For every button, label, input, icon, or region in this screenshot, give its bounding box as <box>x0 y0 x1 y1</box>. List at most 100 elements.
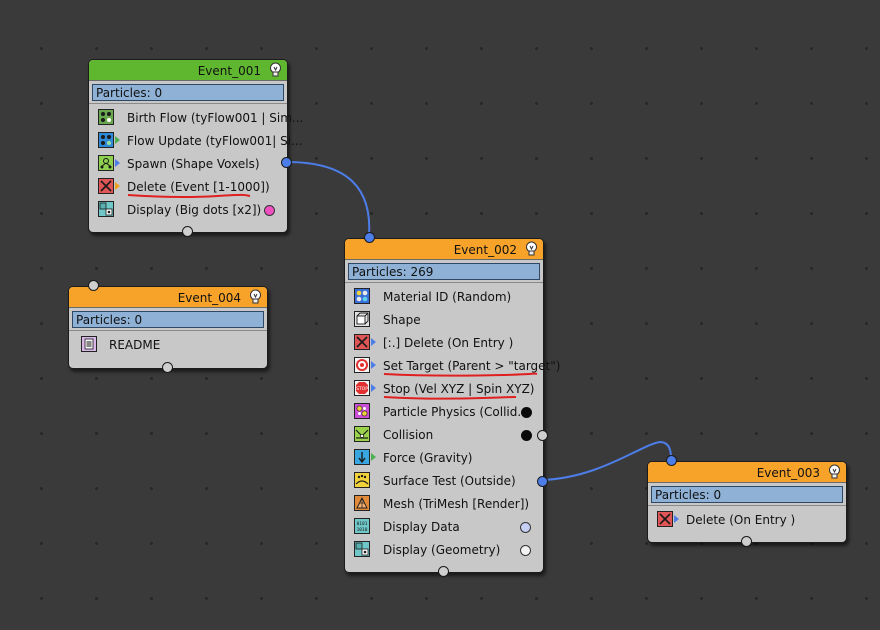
collision-output-port[interactable] <box>537 430 548 441</box>
operator-display-geometry[interactable]: Display (Geometry) <box>345 539 543 562</box>
event-node-002[interactable]: Event_002 Particles: 269 Material ID (Ra… <box>344 232 560 577</box>
operator-readme[interactable]: README <box>69 334 267 357</box>
delete-icon <box>657 511 673 527</box>
input-port[interactable] <box>88 280 99 291</box>
event-header[interactable]: Event_001 <box>89 60 287 81</box>
display-icon <box>354 541 370 557</box>
delete-icon <box>354 334 370 350</box>
spawn-icon <box>98 155 114 171</box>
event-node-003[interactable]: Event_003 Particles: 0 Delete (On Entry … <box>647 455 847 547</box>
operator-shape[interactable]: Shape <box>345 309 543 332</box>
arrow-icon <box>371 338 376 346</box>
operator-force[interactable]: Force (Gravity) <box>345 447 543 470</box>
set-target-icon <box>354 357 370 373</box>
readme-icon <box>81 336 97 352</box>
shape-icon <box>354 311 370 327</box>
stop-icon: STOP <box>354 380 370 396</box>
event-header[interactable]: Event_002 <box>345 239 543 260</box>
operator-birth-flow[interactable]: Birth Flow (tyFlow001 | Sim... <box>89 107 303 130</box>
event-title: Event_003 <box>756 466 820 480</box>
collision-icon <box>354 426 370 442</box>
operator-flow-update[interactable]: Flow Update (tyFlow001| Si... <box>89 130 303 153</box>
operator-list: Delete (On Entry ) <box>648 505 846 532</box>
operator-label: README <box>109 338 161 352</box>
operator-label: Mesh (TriMesh [Render]) <box>383 497 530 511</box>
operator-spawn[interactable]: Spawn (Shape Voxels) <box>89 153 287 176</box>
operator-label: Particle Physics (Collid... <box>383 405 529 419</box>
input-port[interactable] <box>182 226 193 237</box>
event-header[interactable]: Event_004 <box>69 287 267 308</box>
operator-label: Display (Geometry) <box>383 543 501 557</box>
lightbulb-icon[interactable] <box>248 289 263 304</box>
arrow-icon <box>115 136 120 144</box>
collision-dot[interactable] <box>521 407 532 418</box>
particles-count: Particles: 0 <box>72 311 264 328</box>
output-port[interactable] <box>281 157 292 168</box>
operator-label: [:.] Delete (On Entry ) <box>383 336 514 350</box>
operator-label: Flow Update (tyFlow001| Si... <box>127 134 303 148</box>
operator-label: Display Data <box>383 520 460 534</box>
display-data-icon: 0101 1010 <box>354 518 370 534</box>
arrow-icon <box>674 515 679 523</box>
input-port[interactable] <box>666 455 677 466</box>
material-id-icon <box>354 288 370 304</box>
arrow-icon <box>371 453 376 461</box>
mesh-icon <box>354 495 370 511</box>
particle-physics-icon <box>354 403 370 419</box>
operator-delete[interactable]: Delete (Event [1-1000]) <box>89 176 287 199</box>
operator-list: README <box>69 330 267 357</box>
event-node-004[interactable]: Event_004 Particles: 0 README <box>68 280 268 373</box>
event-header[interactable]: Event_003 <box>648 462 846 483</box>
input-port[interactable] <box>364 232 375 243</box>
output-port[interactable] <box>162 362 173 373</box>
collision-dot[interactable] <box>521 430 532 441</box>
birth-flow-icon <box>98 109 114 125</box>
display-geometry-dot[interactable] <box>520 545 531 556</box>
operator-surface-test[interactable]: Surface Test (Outside) <box>345 470 548 493</box>
operator-collision[interactable]: Collision <box>345 424 548 447</box>
event-node-001[interactable]: Event_001 Particles: 0 Birth Flow (tyFlo… <box>88 59 303 237</box>
wire-event001-to-event002 <box>286 161 371 237</box>
operator-list: Birth Flow (tyFlow001 | Sim... Flow Upda… <box>89 103 303 222</box>
operator-stop[interactable]: STOP Stop (Vel XYZ | Spin XYZ) <box>345 378 543 401</box>
display-icon <box>98 201 114 217</box>
surface-test-output-port[interactable] <box>537 476 548 487</box>
operator-label: Birth Flow (tyFlow001 | Sim... <box>127 111 304 125</box>
particles-count: Particles: 0 <box>651 486 843 503</box>
operator-material-id[interactable]: Material ID (Random) <box>345 286 543 309</box>
force-icon <box>354 449 370 465</box>
operator-mesh[interactable]: Mesh (TriMesh [Render]) <box>345 493 543 516</box>
arrow-icon <box>371 361 376 369</box>
particles-count: Particles: 0 <box>92 84 284 101</box>
arrow-icon <box>115 159 120 167</box>
operator-delete-on-entry[interactable]: Delete (On Entry ) <box>648 509 846 532</box>
operator-label: Shape <box>383 313 421 327</box>
event-title: Event_004 <box>177 291 241 305</box>
operator-label: Delete (Event [1-1000]) <box>127 180 270 194</box>
delete-icon <box>98 178 114 194</box>
operator-set-target[interactable]: Set Target (Parent > "target") <box>345 355 560 378</box>
display-color-dot[interactable] <box>264 205 275 216</box>
operator-delete-on-entry[interactable]: [:.] Delete (On Entry ) <box>345 332 543 355</box>
arrow-icon <box>371 384 376 392</box>
operator-display-data[interactable]: 0101 1010 Display Data <box>345 516 543 539</box>
particles-count: Particles: 269 <box>348 263 540 280</box>
output-port[interactable] <box>438 566 449 577</box>
operator-label: Stop (Vel XYZ | Spin XYZ) <box>383 382 535 396</box>
operator-label: Collision <box>383 428 434 442</box>
output-port[interactable] <box>741 536 752 547</box>
svg-text:0101: 0101 <box>357 521 368 527</box>
event-title: Event_002 <box>453 243 517 257</box>
svg-text:STOP: STOP <box>356 386 368 392</box>
event-title: Event_001 <box>197 64 261 78</box>
display-data-dot[interactable] <box>520 522 531 533</box>
svg-text:1010: 1010 <box>357 527 368 533</box>
surface-test-icon <box>354 472 370 488</box>
lightbulb-icon[interactable] <box>268 62 283 77</box>
operator-display[interactable]: Display (Big dots [x2]) <box>89 199 287 222</box>
lightbulb-icon[interactable] <box>827 464 842 479</box>
operator-particle-physics[interactable]: Particle Physics (Collid... <box>345 401 543 424</box>
operator-label: Display (Big dots [x2]) <box>127 203 262 217</box>
operator-label: Surface Test (Outside) <box>383 474 516 488</box>
lightbulb-icon[interactable] <box>524 241 539 256</box>
